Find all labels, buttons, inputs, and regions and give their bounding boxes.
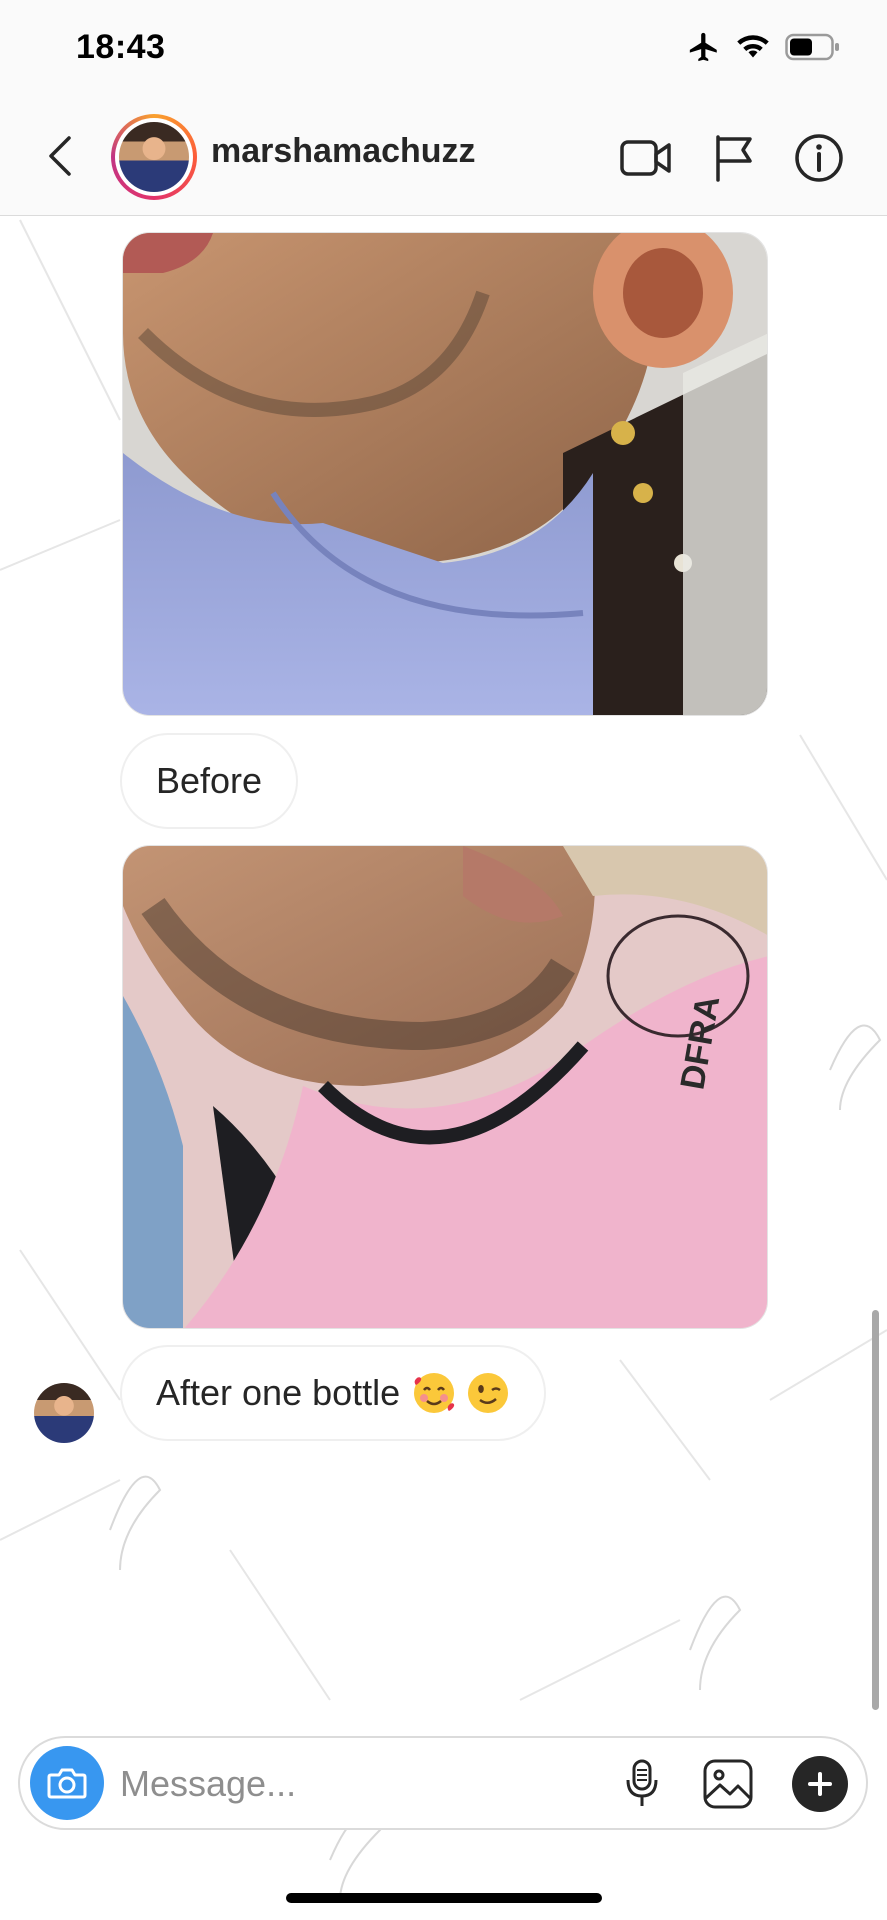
message-text: Before (156, 760, 263, 801)
info-icon (795, 134, 843, 182)
video-call-button[interactable] (618, 130, 674, 186)
winking-face-emoji (466, 1371, 510, 1415)
plus-icon (808, 1772, 832, 1796)
battery-icon (785, 33, 841, 66)
camera-button[interactable] (30, 1746, 104, 1820)
voice-message-button[interactable] (614, 1756, 670, 1812)
sender-avatar[interactable] (34, 1383, 94, 1443)
avatar-photo (119, 122, 189, 192)
status-icons (687, 30, 841, 69)
airplane-icon (687, 30, 721, 69)
home-indicator[interactable] (286, 1893, 602, 1903)
wifi-icon (735, 32, 771, 67)
back-button[interactable] (40, 132, 80, 180)
before-photo[interactable] (122, 232, 768, 716)
username[interactable]: marshamachuzz (211, 132, 476, 171)
gallery-button[interactable] (700, 1756, 756, 1812)
back-icon (49, 136, 71, 176)
scrollbar[interactable] (872, 1310, 879, 1710)
video-call-icon (620, 140, 671, 176)
status-bar: 18:43 (0, 0, 887, 96)
gallery-icon (703, 1759, 753, 1809)
message-composer (18, 1736, 868, 1830)
report-button[interactable] (706, 130, 762, 186)
message-text: After one bottle (156, 1372, 401, 1413)
microphone-icon (626, 1759, 658, 1806)
after-photo[interactable]: DFRA (122, 845, 768, 1329)
message-input[interactable] (120, 1756, 620, 1812)
chat-header: marshamachuzz (0, 96, 887, 216)
status-time: 18:43 (76, 28, 166, 66)
profile-avatar[interactable] (111, 114, 197, 200)
message-bubble[interactable]: After one bottle (120, 1345, 547, 1441)
smiling-face-with-hearts-emoji (412, 1371, 456, 1415)
message-bubble[interactable]: Before (120, 733, 299, 829)
info-button[interactable] (791, 130, 847, 186)
more-button[interactable] (792, 1756, 848, 1812)
flag-icon (716, 135, 752, 182)
camera-icon (47, 1768, 87, 1799)
